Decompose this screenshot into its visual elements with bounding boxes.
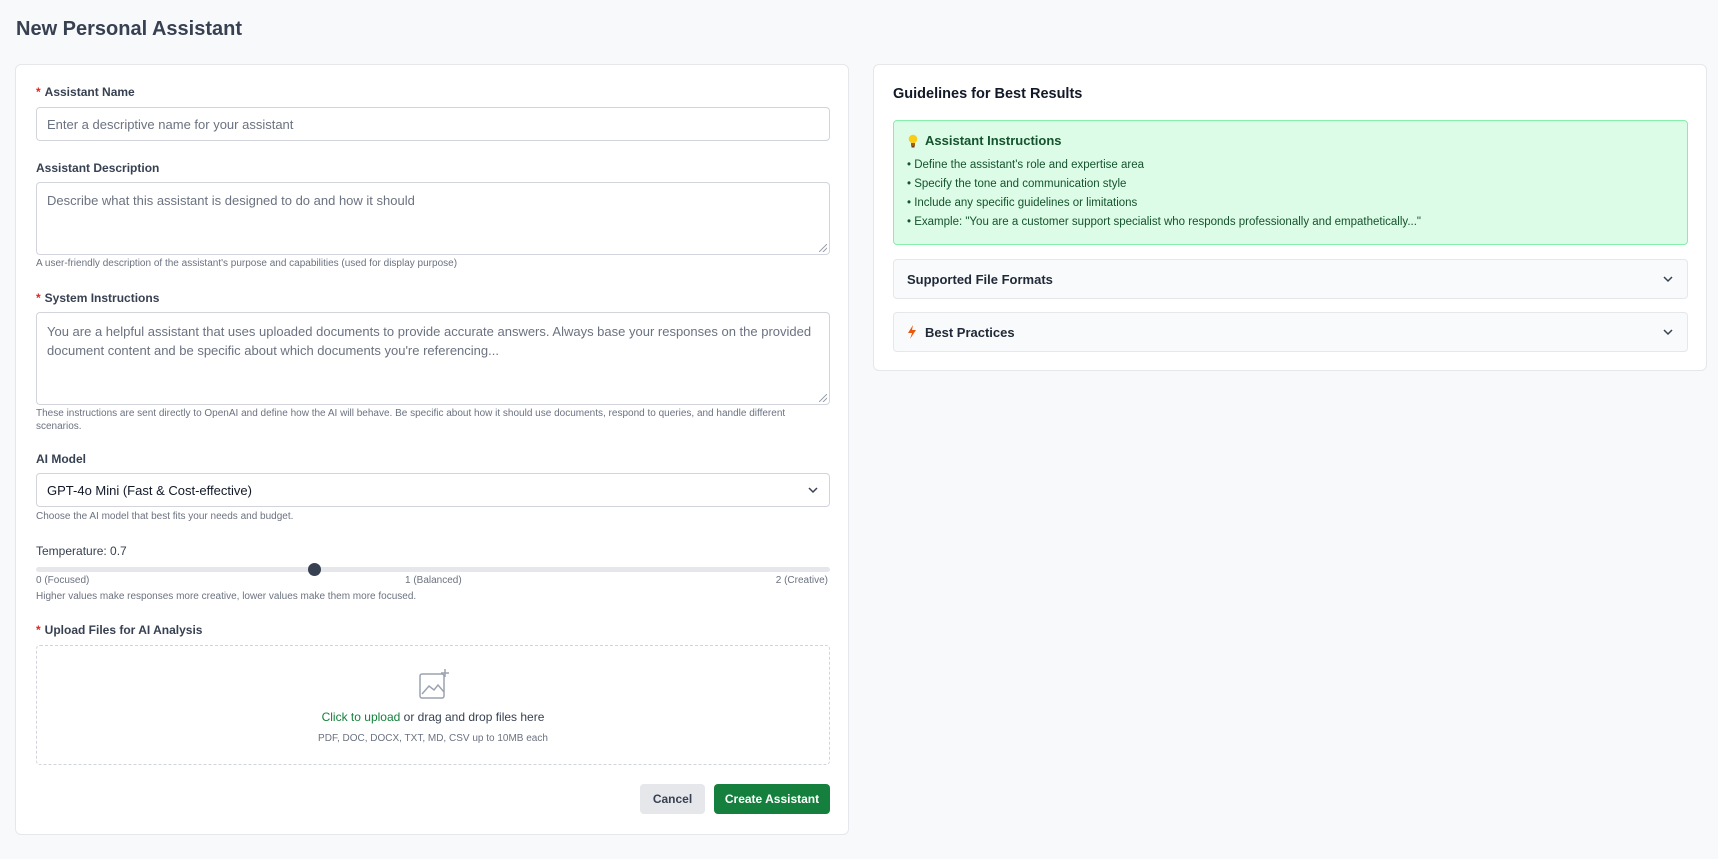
- list-item: • Specify the tone and communication sty…: [907, 178, 1127, 190]
- chevron-down-icon: [1663, 276, 1673, 283]
- system-instructions-label-text: System Instructions: [44, 291, 160, 305]
- page-title: New Personal Assistant: [16, 18, 243, 40]
- assistant-name-label: * Assistant Name: [36, 85, 135, 99]
- list-item: • Define the assistant's role and expert…: [907, 159, 1144, 171]
- system-instructions-label: * System Instructions: [36, 291, 159, 305]
- temperature-mid-label: 1 (Balanced): [405, 575, 462, 586]
- guidelines-panel: Guidelines for Best Results Assistant In…: [873, 64, 1707, 371]
- lightbulb-icon: [908, 134, 918, 147]
- temperature-min-label: 0 (Focused): [36, 575, 90, 586]
- accordion-title: Best Practices: [925, 324, 1015, 340]
- ai-model-label: AI Model: [36, 452, 86, 466]
- assistant-name-input[interactable]: Enter a descriptive name for your assist…: [36, 107, 830, 141]
- ai-model-help: Choose the AI model that best fits your …: [36, 511, 294, 522]
- system-instructions-placeholder: You are a helpful assistant that uses up…: [47, 324, 812, 358]
- resize-grip-icon[interactable]: [819, 394, 827, 402]
- guidelines-title: Guidelines for Best Results: [893, 86, 1083, 102]
- system-instructions-help: These instructions are sent directly to …: [36, 408, 786, 432]
- upload-drag-text: or drag and drop files here: [400, 710, 545, 724]
- temperature-help: Higher values make responses more creati…: [36, 591, 417, 602]
- system-instructions-textarea[interactable]: You are a helpful assistant that uses up…: [36, 312, 830, 405]
- chevron-down-icon: [1663, 329, 1673, 336]
- lightning-icon: [908, 325, 916, 339]
- list-item: • Include any specific guidelines or lim…: [907, 197, 1138, 209]
- assistant-instructions-title: Assistant Instructions: [925, 133, 1062, 148]
- required-mark: *: [36, 623, 41, 637]
- supported-file-formats-accordion[interactable]: Supported File Formats: [893, 259, 1688, 299]
- upload-files-label-text: Upload Files for AI Analysis: [44, 623, 203, 637]
- image-plus-icon: [419, 669, 449, 699]
- ai-model-value: GPT-4o Mini (Fast & Cost-effective): [47, 482, 252, 498]
- temperature-slider[interactable]: [36, 563, 830, 576]
- assistant-description-placeholder: Describe what this assistant is designed…: [47, 193, 415, 208]
- chevron-down-icon: [808, 487, 818, 494]
- upload-formats-text: PDF, DOC, DOCX, TXT, MD, CSV up to 10MB …: [318, 733, 548, 744]
- resize-grip-icon[interactable]: [819, 244, 827, 252]
- assistant-form: * Assistant Name Enter a descriptive name…: [15, 64, 849, 835]
- assistant-name-label-text: Assistant Name: [44, 85, 135, 99]
- list-item: • Example: "You are a customer support s…: [907, 216, 1421, 228]
- create-assistant-button[interactable]: Create Assistant: [714, 784, 830, 814]
- assistant-instructions-header: Assistant Instructions: [907, 133, 1062, 148]
- temperature-slider-thumb[interactable]: [307, 563, 321, 576]
- upload-instructions: Click to upload or drag and drop files h…: [37, 710, 829, 724]
- assistant-name-placeholder: Enter a descriptive name for your assist…: [47, 116, 294, 132]
- click-to-upload-link[interactable]: Click to upload: [322, 710, 401, 724]
- assistant-description-label: Assistant Description: [36, 161, 160, 175]
- required-mark: *: [36, 291, 41, 305]
- upload-files-label: * Upload Files for AI Analysis: [36, 623, 202, 637]
- assistant-description-textarea[interactable]: Describe what this assistant is designed…: [36, 182, 830, 255]
- file-upload-dropzone[interactable]: Click to upload or drag and drop files h…: [36, 645, 830, 765]
- temperature-max-label: 2 (Creative): [775, 575, 828, 586]
- accordion-title: Supported File Formats: [907, 271, 1053, 287]
- assistant-instructions-box: Assistant Instructions • Define the assi…: [893, 120, 1688, 245]
- temperature-label: Temperature: 0.7: [36, 544, 127, 558]
- ai-model-select[interactable]: GPT-4o Mini (Fast & Cost-effective): [36, 473, 830, 507]
- cancel-button[interactable]: Cancel: [640, 784, 705, 814]
- required-mark: *: [36, 85, 41, 99]
- best-practices-accordion[interactable]: Best Practices: [893, 312, 1688, 352]
- assistant-description-help: A user-friendly description of the assis…: [36, 258, 458, 269]
